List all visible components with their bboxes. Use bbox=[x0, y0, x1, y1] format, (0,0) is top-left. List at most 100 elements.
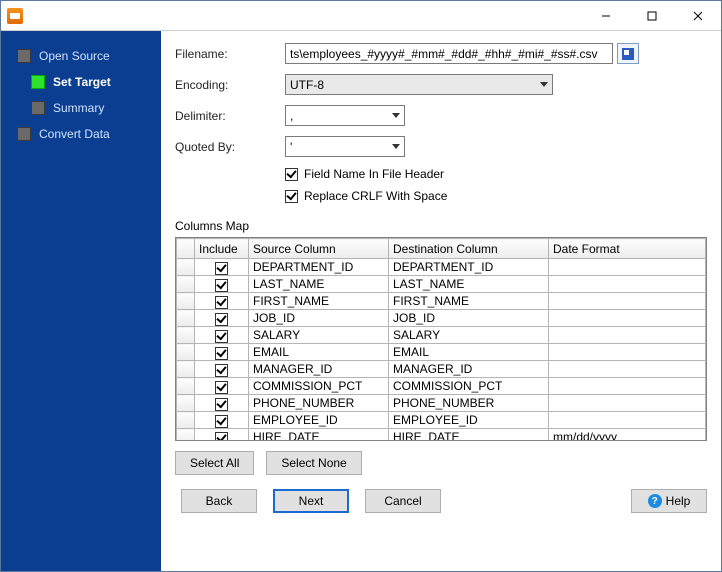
source-column-header[interactable]: Source Column bbox=[249, 239, 389, 259]
row-handle-header[interactable] bbox=[177, 239, 195, 259]
include-cell[interactable] bbox=[195, 276, 249, 293]
include-cell[interactable] bbox=[195, 310, 249, 327]
include-cell[interactable] bbox=[195, 344, 249, 361]
source-column-cell[interactable]: MANAGER_ID bbox=[249, 361, 389, 378]
include-checkbox[interactable] bbox=[215, 381, 228, 394]
row-handle[interactable] bbox=[177, 412, 195, 429]
destination-column-cell[interactable]: LAST_NAME bbox=[389, 276, 549, 293]
replace-crlf-checkbox[interactable] bbox=[285, 190, 298, 203]
include-cell[interactable] bbox=[195, 378, 249, 395]
row-handle[interactable] bbox=[177, 310, 195, 327]
include-cell[interactable] bbox=[195, 429, 249, 442]
date-format-cell[interactable]: mm/dd/yyyy bbox=[549, 429, 706, 442]
select-none-button[interactable]: Select None bbox=[266, 451, 361, 475]
date-format-cell[interactable] bbox=[549, 327, 706, 344]
row-handle[interactable] bbox=[177, 327, 195, 344]
include-header[interactable]: Include bbox=[195, 239, 249, 259]
source-column-cell[interactable]: LAST_NAME bbox=[249, 276, 389, 293]
row-handle[interactable] bbox=[177, 378, 195, 395]
include-cell[interactable] bbox=[195, 259, 249, 276]
sidebar-item-open-source[interactable]: Open Source bbox=[1, 43, 161, 69]
delimiter-select[interactable]: , bbox=[285, 105, 405, 126]
include-checkbox[interactable] bbox=[215, 347, 228, 360]
table-row[interactable]: COMMISSION_PCTCOMMISSION_PCT bbox=[177, 378, 706, 395]
sidebar-item-convert-data[interactable]: Convert Data bbox=[1, 121, 161, 147]
sidebar-item-summary[interactable]: Summary bbox=[1, 95, 161, 121]
source-column-cell[interactable]: COMMISSION_PCT bbox=[249, 378, 389, 395]
row-handle[interactable] bbox=[177, 361, 195, 378]
minimize-button[interactable] bbox=[583, 1, 629, 30]
row-handle[interactable] bbox=[177, 395, 195, 412]
include-checkbox[interactable] bbox=[215, 415, 228, 428]
next-button[interactable]: Next bbox=[273, 489, 349, 513]
include-checkbox[interactable] bbox=[215, 398, 228, 411]
date-format-cell[interactable] bbox=[549, 378, 706, 395]
date-format-cell[interactable] bbox=[549, 344, 706, 361]
row-handle[interactable] bbox=[177, 429, 195, 442]
table-row[interactable]: FIRST_NAMEFIRST_NAME bbox=[177, 293, 706, 310]
source-column-cell[interactable]: SALARY bbox=[249, 327, 389, 344]
source-column-cell[interactable]: HIRE_DATE bbox=[249, 429, 389, 442]
close-button[interactable] bbox=[675, 1, 721, 30]
include-checkbox[interactable] bbox=[215, 296, 228, 309]
source-column-cell[interactable]: EMPLOYEE_ID bbox=[249, 412, 389, 429]
select-all-button[interactable]: Select All bbox=[175, 451, 254, 475]
table-row[interactable]: JOB_IDJOB_ID bbox=[177, 310, 706, 327]
include-cell[interactable] bbox=[195, 412, 249, 429]
table-row[interactable]: MANAGER_IDMANAGER_ID bbox=[177, 361, 706, 378]
destination-column-cell[interactable]: MANAGER_ID bbox=[389, 361, 549, 378]
include-cell[interactable] bbox=[195, 395, 249, 412]
table-row[interactable]: EMAILEMAIL bbox=[177, 344, 706, 361]
date-format-cell[interactable] bbox=[549, 259, 706, 276]
destination-column-cell[interactable]: PHONE_NUMBER bbox=[389, 395, 549, 412]
source-column-cell[interactable]: DEPARTMENT_ID bbox=[249, 259, 389, 276]
table-row[interactable]: LAST_NAMELAST_NAME bbox=[177, 276, 706, 293]
include-checkbox[interactable] bbox=[215, 432, 228, 441]
filename-input[interactable] bbox=[285, 43, 613, 64]
destination-column-cell[interactable]: EMAIL bbox=[389, 344, 549, 361]
source-column-cell[interactable]: JOB_ID bbox=[249, 310, 389, 327]
destination-column-cell[interactable]: JOB_ID bbox=[389, 310, 549, 327]
row-handle[interactable] bbox=[177, 293, 195, 310]
date-format-cell[interactable] bbox=[549, 361, 706, 378]
quoted-by-select[interactable]: ' bbox=[285, 136, 405, 157]
table-row[interactable]: HIRE_DATEHIRE_DATEmm/dd/yyyy bbox=[177, 429, 706, 442]
date-format-header[interactable]: Date Format bbox=[549, 239, 706, 259]
date-format-cell[interactable] bbox=[549, 276, 706, 293]
source-column-cell[interactable]: EMAIL bbox=[249, 344, 389, 361]
table-row[interactable]: PHONE_NUMBERPHONE_NUMBER bbox=[177, 395, 706, 412]
include-cell[interactable] bbox=[195, 361, 249, 378]
sidebar-item-set-target[interactable]: Set Target bbox=[1, 69, 161, 95]
back-button[interactable]: Back bbox=[181, 489, 257, 513]
include-checkbox[interactable] bbox=[215, 262, 228, 275]
destination-column-cell[interactable]: FIRST_NAME bbox=[389, 293, 549, 310]
table-row[interactable]: EMPLOYEE_IDEMPLOYEE_ID bbox=[177, 412, 706, 429]
destination-column-header[interactable]: Destination Column bbox=[389, 239, 549, 259]
include-checkbox[interactable] bbox=[215, 364, 228, 377]
date-format-cell[interactable] bbox=[549, 293, 706, 310]
row-handle[interactable] bbox=[177, 344, 195, 361]
include-checkbox[interactable] bbox=[215, 330, 228, 343]
destination-column-cell[interactable]: DEPARTMENT_ID bbox=[389, 259, 549, 276]
table-row[interactable]: DEPARTMENT_IDDEPARTMENT_ID bbox=[177, 259, 706, 276]
source-column-cell[interactable]: FIRST_NAME bbox=[249, 293, 389, 310]
destination-column-cell[interactable]: EMPLOYEE_ID bbox=[389, 412, 549, 429]
row-handle[interactable] bbox=[177, 276, 195, 293]
row-handle[interactable] bbox=[177, 259, 195, 276]
maximize-button[interactable] bbox=[629, 1, 675, 30]
help-button[interactable]: ? Help bbox=[631, 489, 707, 513]
destination-column-cell[interactable]: SALARY bbox=[389, 327, 549, 344]
destination-column-cell[interactable]: COMMISSION_PCT bbox=[389, 378, 549, 395]
date-format-cell[interactable] bbox=[549, 412, 706, 429]
include-cell[interactable] bbox=[195, 327, 249, 344]
encoding-select[interactable]: UTF-8 bbox=[285, 74, 553, 95]
table-row[interactable]: SALARYSALARY bbox=[177, 327, 706, 344]
cancel-button[interactable]: Cancel bbox=[365, 489, 441, 513]
include-cell[interactable] bbox=[195, 293, 249, 310]
destination-column-cell[interactable]: HIRE_DATE bbox=[389, 429, 549, 442]
browse-file-button[interactable] bbox=[617, 43, 639, 64]
date-format-cell[interactable] bbox=[549, 310, 706, 327]
date-format-cell[interactable] bbox=[549, 395, 706, 412]
field-name-header-checkbox[interactable] bbox=[285, 168, 298, 181]
source-column-cell[interactable]: PHONE_NUMBER bbox=[249, 395, 389, 412]
